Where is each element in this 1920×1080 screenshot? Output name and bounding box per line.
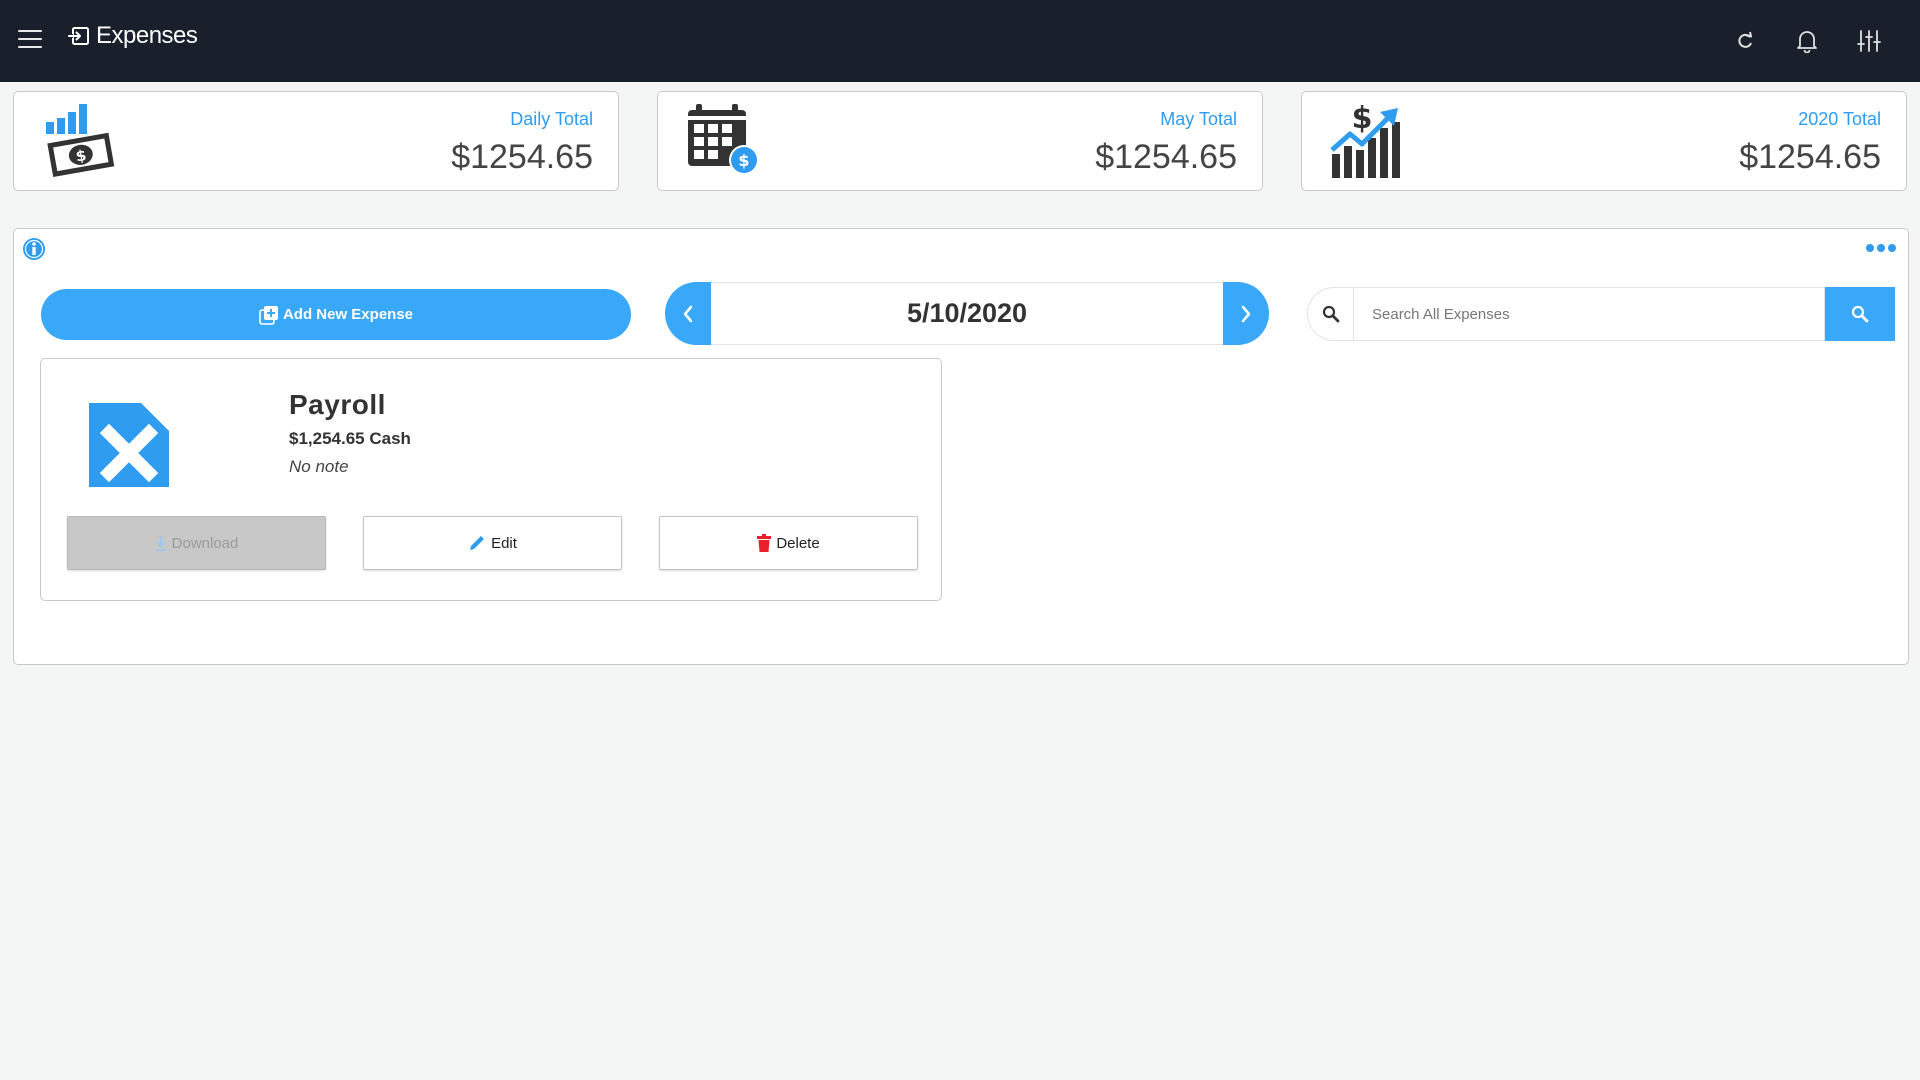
expenses-panel: Add New Expense 5/10/2020 Search All Exp… [13,228,1909,665]
stat-card-month: $ May Total $1254.65 [657,91,1263,191]
chevron-left-icon [683,305,693,322]
trash-icon [757,534,772,552]
money-chart-icon: $ [46,104,115,177]
edit-button[interactable]: Edit [363,516,622,570]
menu-icon[interactable] [18,30,42,50]
download-button[interactable]: Download [67,516,326,570]
expense-title: Payroll [289,389,386,420]
top-actions [1732,26,1882,56]
pencil-icon [470,536,485,550]
next-day-button[interactable] [1223,282,1269,345]
calendar-dollar-icon: $ [688,104,759,175]
stat-value: $1254.65 [451,138,593,176]
bell-icon[interactable] [1794,26,1820,56]
stat-label: Daily Total [510,109,593,129]
date-navigator: 5/10/2020 [665,282,1269,345]
stat-card-daily: $ Daily Total $1254.65 [13,91,619,191]
expense-card: Payroll $1,254.65 Cash No note Download … [40,358,942,601]
delete-button[interactable]: Delete [659,516,918,570]
stat-card-year: $ 2020 Total $1254.65 [1301,91,1907,191]
add-new-expense-button[interactable]: Add New Expense [41,289,631,340]
stat-value: $1254.65 [1739,138,1881,176]
page-title: Expenses [96,22,198,49]
more-options-icon[interactable] [1866,244,1896,252]
search-box [1307,287,1895,341]
current-date: 5/10/2020 [711,282,1223,345]
expense-amount: $1,254.65 Cash [289,429,411,448]
download-label: Download [171,534,239,552]
stat-value: $1254.65 [1095,138,1237,176]
missing-file-icon [89,403,169,487]
app-title: Expenses [68,22,198,50]
previous-day-button[interactable] [665,282,711,345]
stat-label: 2020 Total [1798,109,1881,129]
search-icon [1851,305,1869,323]
search-button[interactable] [1825,287,1895,341]
info-icon[interactable] [22,237,46,261]
search-input[interactable] [1353,287,1825,341]
chevron-right-icon [1241,305,1251,322]
svg-text:$: $ [738,151,749,170]
dollar-growth-chart-icon: $ [1330,104,1400,178]
search-field-icon [1307,287,1353,341]
edit-label: Edit [491,534,517,552]
top-bar: Expenses [0,0,1920,82]
delete-label: Delete [776,534,820,552]
refresh-icon[interactable] [1732,26,1758,56]
sliders-icon[interactable] [1856,26,1882,56]
download-icon [155,536,166,551]
svg-text:$: $ [1352,104,1373,136]
add-expense-icon [259,305,278,325]
expense-note: No note [289,457,349,476]
stat-label: May Total [1160,109,1237,129]
search-icon [1322,305,1339,323]
app-exit-icon [68,27,89,45]
add-new-expense-label: Add New Expense [282,306,414,323]
